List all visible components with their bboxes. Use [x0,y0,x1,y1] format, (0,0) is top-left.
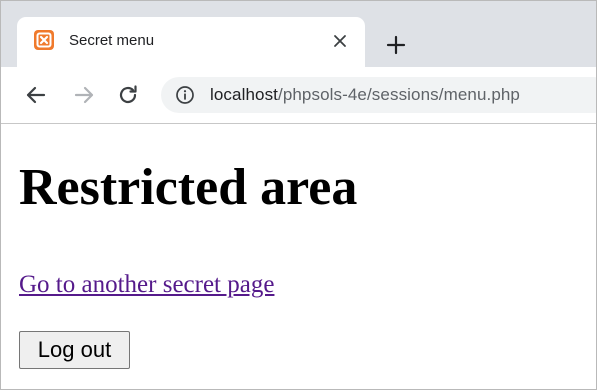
tab-strip: Secret menu [1,1,596,67]
logout-button[interactable]: Log out [19,331,130,369]
url-host: localhost [210,85,278,104]
browser-window: Secret menu localhost/phpsols-4e/session… [0,0,597,390]
address-bar[interactable]: localhost/phpsols-4e/sessions/menu.php [161,77,596,113]
xampp-icon [34,30,54,50]
new-tab-icon[interactable] [383,32,409,58]
page-heading: Restricted area [19,159,358,216]
tab-title: Secret menu [69,32,155,49]
close-tab-icon[interactable] [330,31,350,51]
url-path: /phpsols-4e/sessions/menu.php [278,85,520,104]
url-text: localhost/phpsols-4e/sessions/menu.php [210,85,520,105]
browser-toolbar: localhost/phpsols-4e/sessions/menu.php [1,67,596,124]
forward-arrow-icon[interactable] [71,82,97,108]
reload-icon[interactable] [115,82,141,108]
tab-secret-menu[interactable]: Secret menu [17,17,365,67]
info-icon[interactable] [175,85,195,105]
back-arrow-icon[interactable] [23,82,49,108]
secret-page-link[interactable]: Go to another secret page [19,271,274,299]
page-content: Restricted area Go to another secret pag… [1,124,596,389]
